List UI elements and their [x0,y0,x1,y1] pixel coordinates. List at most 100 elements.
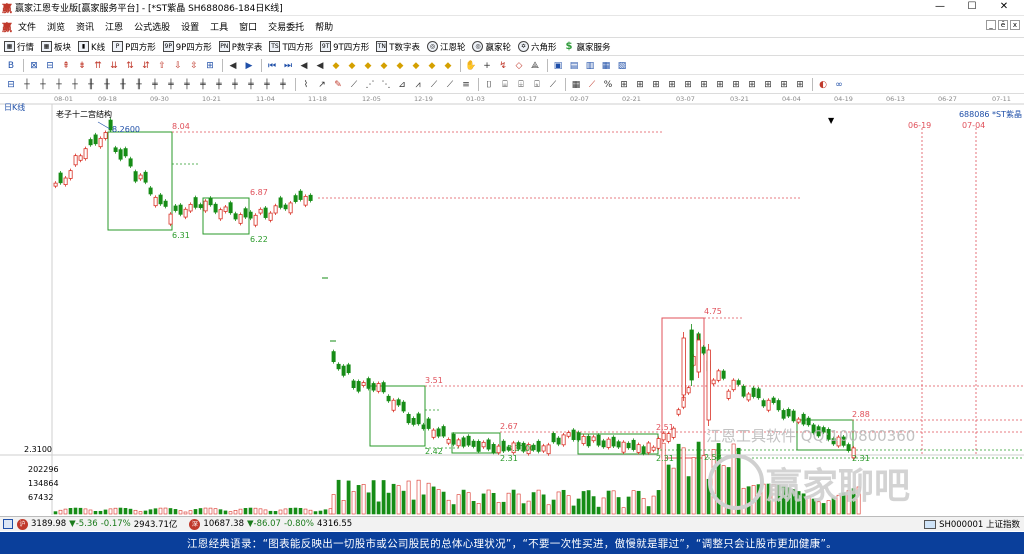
sz-index-value: 10687.38 [203,519,244,529]
volume-bar [361,484,366,515]
volume-bar [466,492,471,515]
volume-bar [356,485,361,515]
volume-bar [218,509,223,515]
candle-body [163,200,168,207]
sz-index-change: ▼-86.07 [246,519,281,529]
price-axis-label: 2.3100 [24,445,52,454]
volume-bar [243,508,248,515]
level-label: 2.42 [425,447,443,456]
level-label: 4.75 [704,307,722,316]
shenzhen-index-icon[interactable]: 深 [189,518,201,530]
volume-bar [193,509,198,515]
candle-body [746,393,751,401]
volume-bar [561,489,566,515]
future-date-label: 07-04 [962,121,985,130]
volume-bar [143,510,148,515]
volume-bar [113,507,118,515]
volume-bar [263,509,268,515]
candle-body [263,207,268,218]
volume-bar [531,492,536,515]
volume-bar [381,480,386,515]
candle-body [621,441,626,453]
structure-box [107,131,173,231]
volume-bar [491,492,496,515]
volume-bar [406,480,411,515]
candle-body [706,349,711,421]
volume-bar [238,508,243,515]
candle-body [331,351,336,363]
volume-bar [323,509,328,515]
level-label: 3.51 [425,376,443,385]
volume-bar [601,497,606,515]
candle-body [596,434,601,446]
volume-bar [293,507,298,515]
candle-body [218,209,223,220]
volume-bar [631,490,636,515]
volume-bar [83,508,88,515]
candle-body [776,400,781,411]
volume-bar [98,510,103,515]
volume-bar [536,489,541,515]
candle-body [371,383,376,391]
candle-body [238,214,243,224]
volume-bar [336,479,341,515]
volume-bar [198,508,203,515]
candle-body [611,436,616,447]
indicator-title: 老子十二宫结构 [56,109,112,119]
shanghai-index-icon[interactable]: 沪 [17,518,28,530]
candle-body [381,382,386,393]
volume-bar [268,510,273,515]
candle-body [441,426,446,437]
candle-body [78,155,83,161]
candle-body [711,379,716,385]
volume-bar [746,486,751,515]
volume-bar [566,495,571,515]
candle-body [656,438,661,449]
volume-bar [686,476,691,515]
candle-body [716,370,721,381]
index-selector[interactable]: SH000001 上证指数 [924,518,1020,530]
candle-body [661,432,666,441]
candle-body [796,418,801,423]
candle-body [303,195,308,206]
candle-body [541,445,546,452]
sh-index-change: ▼-5.36 [69,519,98,529]
candle-body [233,213,238,220]
kline-chart[interactable]: 日K线老子十二宫结构 688086 *ST紫晶 ▼ 06-19 07-04 2.3100 2… [0,0,1024,516]
dropdown-arrow-icon[interactable]: ▼ [828,116,835,125]
candle-body [736,380,741,385]
grid-icon[interactable] [3,519,13,529]
volume-bar [313,511,318,515]
quote-banner: 江恩经典语录：“图表能反映出一切股市或公司股民的总体心理状况”，“不要一次性买进… [0,532,1024,554]
candle-body [666,433,671,442]
volume-bar [118,507,123,515]
candle-body [153,196,158,207]
level-label: 2.67 [500,422,518,431]
volume-bar [651,495,656,515]
candle-body [786,408,791,417]
candle-body [58,172,63,184]
volume-bar [188,510,193,515]
candle-body [406,413,411,424]
volume-bar [546,504,551,515]
candle-body [178,204,183,215]
candle-body [411,418,416,425]
volume-bar [396,485,401,515]
volume-bar [511,489,516,515]
candle-body [138,174,143,180]
candle-body [208,197,213,206]
volume-bar [506,492,511,515]
candle-body [193,197,198,208]
volume-bar [103,509,108,515]
candle-body [756,388,761,399]
index-selector-label: SH000001 上证指数 [939,520,1020,530]
candle-body [376,383,381,392]
candle-body [173,205,178,211]
volume-bar [606,490,611,515]
candle-body [761,400,766,407]
volume-bar [691,457,696,515]
volume-bar [88,509,93,515]
volume-bar [431,486,436,515]
volume-bar [308,509,313,515]
level-label: 2.31 [500,454,518,463]
